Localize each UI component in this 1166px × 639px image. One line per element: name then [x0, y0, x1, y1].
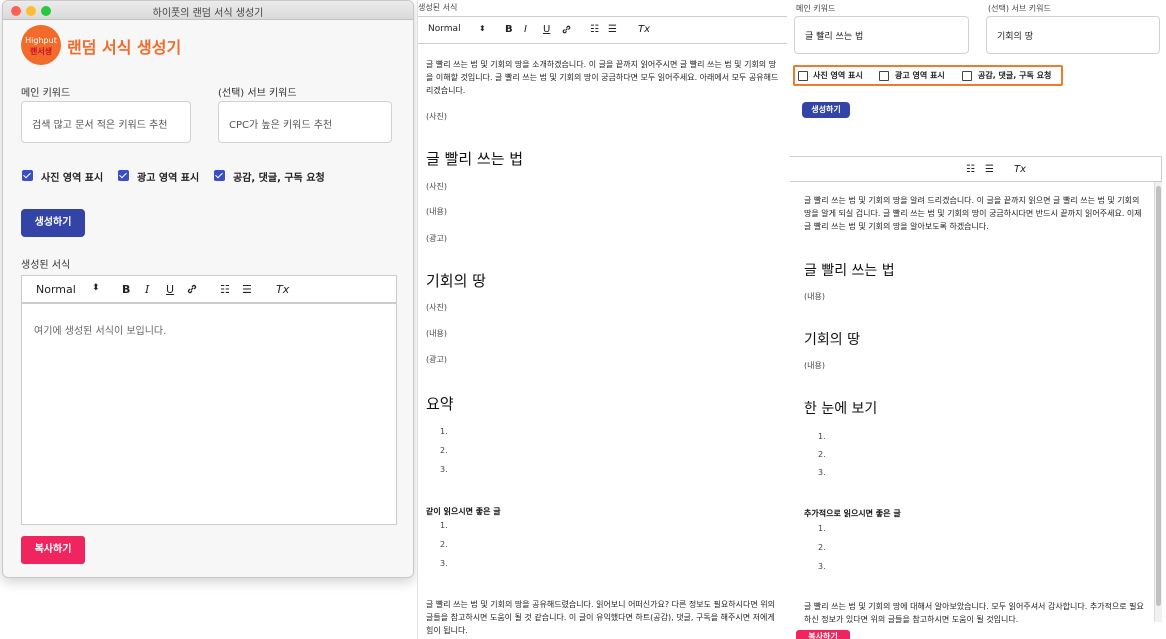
doc-list-item: 1. [440, 427, 448, 436]
doc-content-1: (내용) [426, 207, 447, 216]
doc-related-item: 2. [440, 540, 448, 549]
ad-area-label: 광고 영역 표시 [137, 173, 200, 184]
underline-button[interactable]: U [166, 283, 174, 296]
p3-sub-keyword-input[interactable]: 기회의 땅 [986, 16, 1160, 54]
p3-heading-2: 기회의 땅 [804, 332, 860, 348]
p3-intro: 글 빨리 쓰는 법 및 기회의 땅을 알려 드리겠습니다. 이 글을 끝까지 읽… [804, 196, 1142, 231]
ordered-list-button[interactable]: ☷ [220, 283, 230, 296]
doc-ad-2: (광고) [426, 355, 447, 364]
sub-keyword-label: (선택) 서브 키워드 [218, 88, 297, 99]
doc-photo-1: (사진) [426, 112, 447, 121]
doc-italic-button[interactable]: I [524, 24, 527, 35]
p3-copy-button[interactable]: 복사하기 [796, 630, 850, 639]
doc-toolbar: Normal ⬍ B I U ☷ ☰ Tx [418, 16, 787, 44]
doc-ordered-list-button[interactable]: ☷ [590, 24, 599, 35]
doc-list-item: 2. [440, 446, 448, 455]
logo-text: Highput [25, 36, 57, 45]
generate-button[interactable]: 생성하기 [21, 209, 85, 237]
sub-keyword-input[interactable]: CPC가 높은 키워드 추천 [218, 101, 392, 143]
p3-toolbar: ☷ ☰ Tx [790, 156, 1162, 182]
p3-outro: 글 빨리 쓰는 법 및 기회의 땅에 대해서 알아보았습니다. 모두 읽어주셔서… [804, 602, 1144, 624]
p3-list-item: 2. [818, 450, 826, 459]
doc-bold-button[interactable]: B [505, 24, 513, 35]
doc-related-heading: 같이 읽으시면 좋은 글 [426, 507, 501, 516]
p3-related-heading: 추가적으로 읽으시면 좋은 글 [804, 509, 901, 518]
result-label: 생성된 서식 [21, 260, 71, 271]
doc-header-label: 생성된 서식 [418, 3, 458, 12]
p3-engagement-label: 공감, 댓글, 구독 요청 [978, 71, 1052, 80]
p3-heading-1: 글 빨리 쓰는 법 [804, 263, 895, 279]
p3-ordered-list-button[interactable]: ☷ [966, 164, 975, 175]
clear-format-button[interactable]: Tx [276, 283, 289, 296]
bullet-list-button[interactable]: ☰ [242, 283, 252, 296]
p3-ad-area-label: 광고 영역 표시 [895, 71, 945, 80]
p3-sub-keyword-label: (선택) 서브 키워드 [988, 4, 1051, 13]
generated-document-panel: 생성된 서식 Normal ⬍ B I U ☷ ☰ Tx 글 빨리 쓰는 법 및… [417, 0, 787, 639]
p3-photo-area-label: 사진 영역 표시 [813, 71, 863, 80]
doc-outro: 글 빨리 쓰는 법 및 기회의 땅을 공유해드렸습니다. 읽어보니 어떠신가요?… [426, 600, 775, 635]
logo-subtext: 랜서생 [29, 47, 53, 56]
app-title: 랜덤 서식 생성기 [67, 38, 182, 57]
doc-bullet-list-button[interactable]: ☰ [608, 24, 617, 35]
photo-area-checkbox[interactable] [22, 170, 33, 181]
style-select[interactable]: Normal [36, 283, 76, 296]
doc-content-2: (내용) [426, 329, 447, 338]
app-logo: Highput 랜서생 [21, 25, 61, 65]
p3-ad-area-checkbox[interactable] [879, 71, 889, 81]
result-editor[interactable]: 여기에 생성된 서식이 보입니다. [21, 303, 397, 525]
doc-related-item: 3. [440, 559, 448, 568]
doc-related-item: 1. [440, 521, 448, 530]
p3-list-item: 3. [818, 468, 826, 477]
editor-toolbar: Normal ⬍ B I U ☷ ☰ Tx [21, 275, 397, 303]
p3-related-item: 3. [818, 562, 826, 571]
p3-clear-format-button[interactable]: Tx [1014, 164, 1026, 175]
p3-scrollbar[interactable] [1154, 182, 1162, 622]
main-keyword-input[interactable]: 검색 많고 문서 적은 키워드 추천 [21, 101, 191, 143]
doc-intro: 글 빨리 쓰는 법 및 기회의 땅을 소개하겠습니다. 이 글을 끝까지 읽어주… [426, 60, 779, 95]
p3-bullet-list-button[interactable]: ☰ [985, 164, 994, 175]
ad-area-checkbox[interactable] [118, 170, 129, 181]
doc-style-select[interactable]: Normal [428, 24, 461, 34]
p3-heading-3: 한 눈에 보기 [804, 401, 878, 417]
p3-generate-button[interactable]: 생성하기 [802, 102, 850, 118]
main-keyword-label: 메인 키워드 [21, 88, 71, 99]
bold-button[interactable]: B [122, 283, 130, 296]
copy-button[interactable]: 복사하기 [21, 536, 85, 564]
p3-main-keyword-input[interactable]: 글 빨리 쓰는 법 [794, 16, 969, 54]
doc-heading-3: 요약 [426, 395, 454, 413]
generator-window: 하이풋의 랜덤 서식 생성기 Highput 랜서생 랜덤 서식 생성기 메인 … [2, 0, 414, 578]
p3-scrollbar-thumb[interactable] [1156, 186, 1161, 606]
doc-underline-button[interactable]: U [543, 24, 550, 35]
doc-heading-1: 글 빨리 쓰는 법 [426, 150, 524, 168]
p3-engagement-checkbox[interactable] [962, 71, 972, 81]
doc-link-icon[interactable] [561, 24, 572, 38]
p3-content-1: (내용) [804, 292, 825, 301]
doc-photo-3: (사진) [426, 303, 447, 312]
doc-list-item: 3. [440, 465, 448, 474]
engagement-request-checkbox[interactable] [214, 170, 225, 181]
photo-area-label: 사진 영역 표시 [41, 173, 104, 184]
engagement-request-label: 공감, 댓글, 구독 요청 [233, 173, 325, 184]
result-placeholder: 여기에 생성된 서식이 보입니다. [34, 326, 167, 337]
p3-related-item: 1. [818, 524, 826, 533]
doc-heading-2: 기회의 땅 [426, 272, 486, 290]
doc-chevron-updown-icon[interactable]: ⬍ [479, 24, 486, 33]
window-title: 하이풋의 랜덤 서식 생성기 [152, 8, 264, 19]
p3-content-2: (내용) [804, 361, 825, 370]
doc-photo-2: (사진) [426, 182, 447, 191]
p3-photo-area-checkbox[interactable] [798, 71, 808, 81]
second-result-panel: 메인 키워드 글 빨리 쓰는 법 (선택) 서브 키워드 기회의 땅 사진 영역… [790, 0, 1166, 639]
p3-related-item: 2. [818, 543, 826, 552]
chevron-updown-icon[interactable]: ⬍ [92, 283, 100, 293]
doc-ad-1: (광고) [426, 234, 447, 243]
italic-button[interactable]: I [145, 283, 149, 296]
link-icon[interactable] [186, 283, 198, 298]
doc-clear-format-button[interactable]: Tx [638, 24, 650, 35]
p3-main-keyword-label: 메인 키워드 [796, 4, 836, 13]
window-titlebar: 하이풋의 랜덤 서식 생성기 [3, 1, 413, 20]
p3-list-item: 1. [818, 432, 826, 441]
